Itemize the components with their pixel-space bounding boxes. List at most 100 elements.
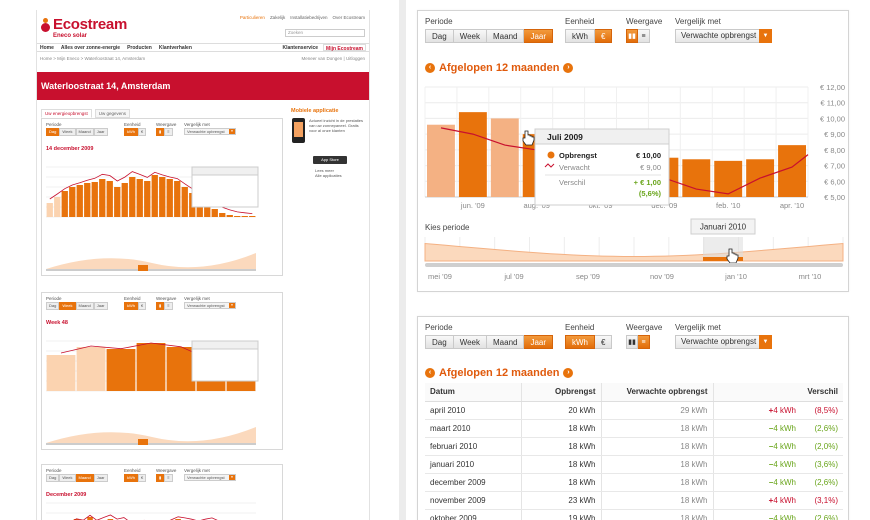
table-next-period-icon[interactable]: › xyxy=(563,368,574,378)
table-prev-period-icon[interactable]: ‹ xyxy=(425,368,435,378)
mini2-jaar-button[interactable]: Jaar xyxy=(93,302,108,310)
table-periode-week-button[interactable]: Week xyxy=(453,335,487,349)
timeline-scrollbar[interactable] xyxy=(425,263,843,267)
table-row[interactable]: februari 2010 18 kWh 18 kWh –4 kWh (2,0%) xyxy=(425,437,843,456)
periode-jaar-button[interactable]: Jaar xyxy=(524,29,554,43)
table-bar-chart-icon[interactable]: ▮▮ xyxy=(626,335,638,349)
mini-bar[interactable] xyxy=(151,175,158,217)
tab-energieopbrengst[interactable]: Uw energieopbrengst xyxy=(41,109,92,118)
nav-home[interactable]: Home xyxy=(40,44,54,51)
mini-bar[interactable] xyxy=(54,197,61,217)
mini3-maand-button[interactable]: Maand xyxy=(75,474,94,482)
table-list-icon[interactable]: ≡ xyxy=(638,29,650,43)
col-opbrengst[interactable]: Opbrengst xyxy=(521,383,602,402)
table-eenheid-kwh-button[interactable]: kWh xyxy=(565,335,595,349)
mini-euro-button[interactable]: € xyxy=(138,128,147,136)
mini-bar[interactable] xyxy=(84,183,91,217)
mini-bar[interactable] xyxy=(76,185,83,217)
mini-bar[interactable] xyxy=(166,347,196,391)
mini-bar[interactable] xyxy=(61,191,68,217)
app-store-badge[interactable]: App Store xyxy=(313,156,347,164)
mini-bar[interactable] xyxy=(219,213,226,217)
mini-bar[interactable] xyxy=(76,347,106,391)
nav-producten[interactable]: Producten xyxy=(127,44,152,51)
bar-mei[interactable] xyxy=(427,124,455,197)
mini-bar[interactable] xyxy=(174,181,181,217)
periode-maand-button[interactable]: Maand xyxy=(487,29,525,43)
mini-dag-button[interactable]: Dag xyxy=(46,128,60,136)
col-verschil[interactable]: Verschil xyxy=(713,383,843,402)
mini-bar[interactable] xyxy=(159,177,166,217)
mini-bar[interactable] xyxy=(226,215,233,217)
mini3-vergelijk-select[interactable]: Verwachte opbrengst xyxy=(184,474,236,481)
mini-bar[interactable] xyxy=(166,179,173,217)
mini2-week-button[interactable]: Week xyxy=(59,302,76,310)
mini2-table-list-icon[interactable]: ≡ xyxy=(164,302,173,310)
mini3-table-list-icon[interactable]: ≡ xyxy=(164,474,173,482)
timeline-svg[interactable]: Januari 2010 mei '09 jul '09 sep '09 nov '0… xyxy=(418,217,850,287)
col-datum[interactable]: Datum xyxy=(425,383,522,402)
table-vergelijk-select[interactable]: Verwachte opbrengst ▼ xyxy=(675,335,772,349)
mini-scrollbar[interactable] xyxy=(46,269,256,271)
prev-period-icon[interactable]: ‹ xyxy=(425,63,435,73)
table-periode-dag-button[interactable]: Dag xyxy=(425,335,454,349)
periode-week-button[interactable]: Week xyxy=(453,29,487,43)
eenheid-kwh-button[interactable]: kWh xyxy=(565,29,595,43)
mini2-kwh-button[interactable]: kWh xyxy=(124,302,138,310)
bar-feb[interactable] xyxy=(714,160,743,197)
table-row[interactable]: maart 2010 18 kWh 18 kWh –4 kWh (2,6%) xyxy=(425,419,843,438)
top-link-over[interactable]: Over Ecostream xyxy=(332,15,365,20)
periode-dag-button[interactable]: Dag xyxy=(425,29,454,43)
eenheid-euro-button[interactable]: € xyxy=(595,29,613,43)
nav-klantenservice[interactable]: Klantenservice xyxy=(282,44,318,51)
link-alle-applicaties[interactable]: Alle applicaties xyxy=(315,173,342,178)
mini-bar[interactable] xyxy=(91,182,98,217)
mini-bar[interactable] xyxy=(234,216,241,217)
mini-jaar-button[interactable]: Jaar xyxy=(93,128,108,136)
table-row[interactable]: januari 2010 18 kWh 18 kWh –4 kWh (3,6%) xyxy=(425,455,843,474)
mini-bar-chart-icon[interactable]: ▮ xyxy=(156,128,165,136)
bar-jun[interactable] xyxy=(458,112,487,197)
tab-gegevens[interactable]: Uw gegevens xyxy=(94,109,131,118)
mini-bar[interactable] xyxy=(106,349,136,391)
mini-bar[interactable] xyxy=(114,187,121,217)
mini-bar[interactable] xyxy=(106,181,113,217)
top-link-particulieren[interactable]: Particulieren xyxy=(240,15,265,20)
mini2-bar-chart-icon[interactable]: ▮ xyxy=(156,302,165,310)
col-verwacht[interactable]: Verwachte opbrengst xyxy=(601,383,714,402)
next-period-icon[interactable]: › xyxy=(563,63,574,73)
mini2-maand-button[interactable]: Maand xyxy=(75,302,94,310)
mini3-bar-chart-icon[interactable]: ▮ xyxy=(156,474,165,482)
user-line[interactable]: Meneer van Dongen | Uitloggen xyxy=(302,56,365,61)
mini3-jaar-button[interactable]: Jaar xyxy=(93,474,108,482)
mini-bar[interactable] xyxy=(181,187,188,217)
top-link-installateurs[interactable]: Installatiebedrijven xyxy=(290,15,327,20)
mini-bar[interactable] xyxy=(46,203,53,217)
nav-zonne-energie[interactable]: Alles over zonne-energie xyxy=(61,44,120,51)
top-link-zakelijk[interactable]: Zakelijk xyxy=(270,15,285,20)
mini-range[interactable] xyxy=(138,439,148,445)
mini-bar[interactable] xyxy=(249,216,256,217)
table-row[interactable]: november 2009 23 kWh 18 kWh +4 kWh (3,1%) xyxy=(425,491,843,510)
mini-bar[interactable] xyxy=(144,181,151,217)
mini-bar[interactable] xyxy=(241,216,248,217)
table-row[interactable]: april 2010 20 kWh 29 kWh +4 kWh (8,5%) xyxy=(425,401,843,420)
mini2-dag-button[interactable]: Dag xyxy=(46,302,60,310)
mini-bar[interactable] xyxy=(121,183,128,217)
mini-scrollbar[interactable] xyxy=(46,443,256,445)
mini-bar[interactable] xyxy=(46,355,76,391)
mini-bar[interactable] xyxy=(136,179,143,217)
mini3-euro-button[interactable]: € xyxy=(138,474,147,482)
table-eenheid-euro-button[interactable]: € xyxy=(595,335,613,349)
mini3-dag-button[interactable]: Dag xyxy=(46,474,60,482)
table-row[interactable]: oktober 2009 19 kWh 18 kWh –4 kWh (2,6%) xyxy=(425,509,843,520)
bar-chart-icon[interactable]: ▮▮ xyxy=(626,29,638,43)
mini2-vergelijk-select[interactable]: Verwachte opbrengst xyxy=(184,302,236,309)
mini-bar[interactable] xyxy=(211,209,218,217)
nav-mijn-ecostream[interactable]: Mijn Ecostream xyxy=(323,44,366,52)
bar-jul[interactable] xyxy=(490,118,519,197)
mini-bar[interactable] xyxy=(99,179,106,217)
mini-vergelijk-select[interactable]: Verwachte opbrengst xyxy=(184,128,236,135)
mini-range[interactable] xyxy=(138,265,148,271)
vergelijk-select[interactable]: Verwachte opbrengst ▼ xyxy=(675,29,772,43)
